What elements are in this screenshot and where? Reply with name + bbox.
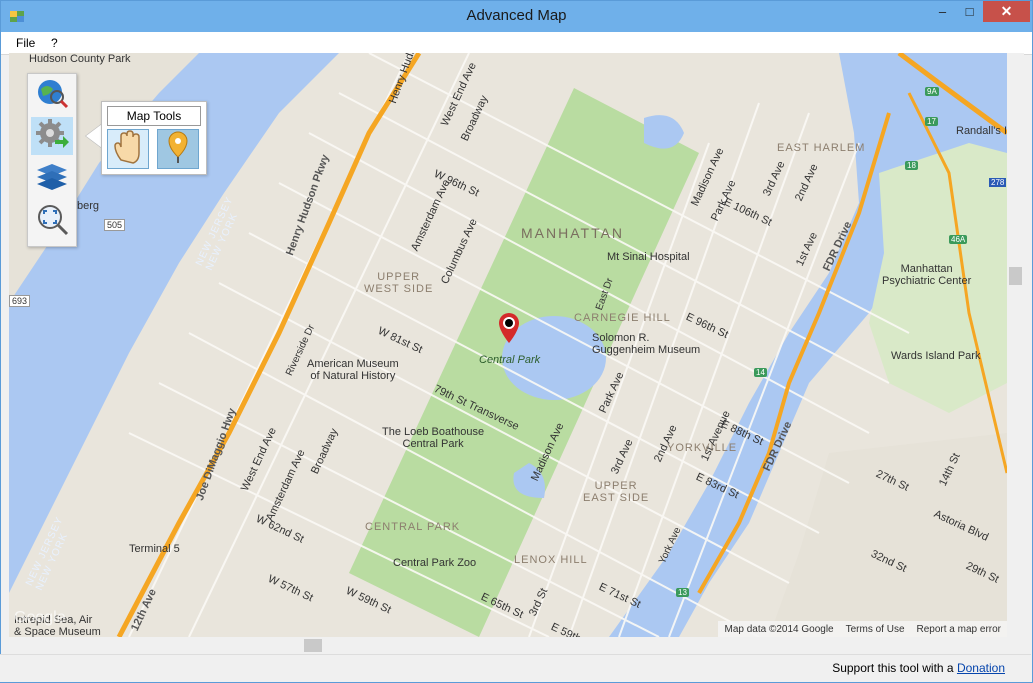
map-label: Manhattan Psychiatric Center bbox=[882, 263, 972, 287]
map-label: The Loeb Boathouse Central Park bbox=[382, 426, 485, 450]
menu-help[interactable]: ? bbox=[51, 36, 58, 50]
map-label: Terminal 5 bbox=[129, 543, 180, 555]
map-toolbar bbox=[27, 73, 77, 247]
menu-bar: File ? bbox=[1, 32, 1032, 55]
map-label: Randall's Is bbox=[956, 125, 1007, 137]
map-label: EAST HARLEM bbox=[777, 142, 866, 154]
map-label: berg bbox=[77, 200, 100, 212]
map-label: Central Park Zoo bbox=[393, 557, 477, 569]
gear-arrow-icon bbox=[35, 118, 69, 155]
pan-tool-button[interactable] bbox=[107, 129, 149, 169]
route-shield: 278 bbox=[989, 178, 1007, 187]
map-label: Wards Island Park bbox=[891, 350, 981, 362]
map-label: LENOX HILL bbox=[514, 554, 588, 566]
horizontal-scroll-thumb[interactable] bbox=[304, 639, 322, 652]
support-text: Support this tool with a bbox=[832, 661, 954, 675]
map-label: American Museum of Natural History bbox=[307, 358, 399, 382]
hand-icon bbox=[113, 129, 143, 169]
close-button[interactable]: ✕ bbox=[983, 1, 1030, 22]
map-label: MANHATTAN bbox=[521, 225, 625, 241]
donation-link[interactable]: Donation bbox=[957, 661, 1005, 675]
place-pin-icon bbox=[166, 130, 190, 169]
maximize-button[interactable]: □ bbox=[956, 1, 983, 22]
popup-pointer bbox=[86, 124, 102, 148]
route-shield: 693 bbox=[9, 295, 31, 307]
map-label: Mt Sinai Hospital bbox=[607, 251, 690, 263]
map-label: Hudson County Park bbox=[29, 53, 131, 65]
report-error-link[interactable]: Report a map error bbox=[917, 624, 1001, 635]
zoom-extent-button[interactable] bbox=[31, 202, 73, 240]
map-label: YORKVILLE bbox=[667, 442, 738, 454]
route-shield: 18 bbox=[905, 161, 918, 170]
support-message: Support this tool with a Donation bbox=[832, 661, 1005, 675]
window-title: Advanced Map bbox=[466, 7, 567, 24]
map-data-credit: Map data ©2014 Google bbox=[724, 623, 834, 635]
minimize-button[interactable]: – bbox=[929, 1, 956, 22]
route-shield: 14 bbox=[754, 368, 767, 377]
search-location-button[interactable] bbox=[31, 76, 73, 114]
zoom-extent-icon bbox=[35, 202, 69, 241]
google-logo: Google bbox=[14, 609, 66, 626]
horizontal-scrollbar[interactable] bbox=[9, 637, 1007, 654]
map-label: UPPER WEST SIDE bbox=[364, 271, 434, 295]
route-shield: 9A bbox=[925, 87, 939, 96]
map-label: UPPER EAST SIDE bbox=[583, 480, 650, 504]
terms-link[interactable]: Terms of Use bbox=[846, 624, 905, 635]
route-shield: 46A bbox=[949, 235, 968, 244]
route-shield: 17 bbox=[925, 117, 938, 126]
layers-button[interactable] bbox=[31, 160, 73, 198]
vertical-scrollbar[interactable] bbox=[1007, 53, 1024, 637]
route-shield: 13 bbox=[676, 588, 689, 597]
vertical-scroll-thumb[interactable] bbox=[1009, 267, 1022, 285]
map-attribution: Map data ©2014 Google Terms of Use Repor… bbox=[718, 621, 1007, 637]
map-label: CARNEGIE HILL bbox=[574, 312, 671, 324]
title-bar: Advanced Map – □ ✕ bbox=[1, 1, 1032, 32]
map-tools-popup: Map Tools bbox=[101, 101, 207, 175]
map-tools-button[interactable] bbox=[31, 117, 73, 155]
map-label: Central Park bbox=[479, 354, 541, 366]
place-marker-button[interactable] bbox=[157, 129, 199, 169]
menu-file[interactable]: File bbox=[16, 36, 35, 50]
route-shield: 505 bbox=[104, 219, 126, 231]
map-label: Solomon R. Guggenheim Museum bbox=[592, 332, 701, 356]
globe-search-icon bbox=[35, 77, 69, 114]
layers-icon bbox=[35, 162, 69, 197]
map-label: CENTRAL PARK bbox=[365, 521, 461, 533]
popup-title: Map Tools bbox=[107, 106, 201, 126]
status-bar: Support this tool with a Donation bbox=[0, 654, 1031, 682]
